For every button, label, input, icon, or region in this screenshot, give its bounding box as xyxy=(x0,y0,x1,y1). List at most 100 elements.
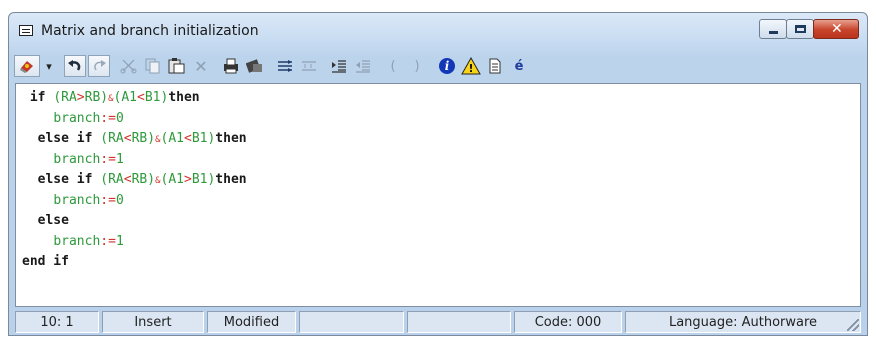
status-empty-2 xyxy=(407,311,511,333)
code-operator: < xyxy=(137,90,145,105)
code-line: if (RA>RB)&(A1<B1)then xyxy=(22,88,860,109)
toolbar: ▾ ✕ () i ! é xyxy=(14,53,862,79)
copy-button[interactable] xyxy=(142,55,164,77)
cut-button[interactable] xyxy=(118,55,140,77)
outdent-button[interactable] xyxy=(298,55,320,77)
block-indent-button[interactable] xyxy=(328,55,350,77)
code-line: else if (RA<RB)&(A1>B1)then xyxy=(22,170,860,191)
code-line: branch:=1 xyxy=(22,232,860,253)
code-token: (A1 xyxy=(160,131,184,146)
code-token: RB) xyxy=(84,90,109,105)
code-keyword: end if xyxy=(22,254,69,269)
code-line: else if (RA<RB)&(A1<B1)then xyxy=(22,129,860,150)
undo-button[interactable] xyxy=(64,55,86,77)
maximize-button[interactable] xyxy=(786,19,814,39)
code-line: end if xyxy=(22,252,860,273)
redo-button[interactable] xyxy=(88,55,110,77)
warning-button[interactable]: ! xyxy=(460,55,482,77)
eraser-button[interactable] xyxy=(14,55,40,77)
code-token: branch xyxy=(53,192,101,208)
status-modified: Modified xyxy=(207,311,296,333)
code-operator: := xyxy=(100,233,116,249)
title-bar[interactable]: Matrix and branch initialization ✕ xyxy=(9,13,867,49)
code-operator: := xyxy=(100,192,116,208)
accent-char-button[interactable]: é xyxy=(508,55,530,77)
window-title: Matrix and branch initialization xyxy=(41,23,259,39)
code-operator: := xyxy=(100,110,116,126)
find-icon xyxy=(246,59,262,73)
info-icon: i xyxy=(439,58,455,74)
status-code: Code: 000 xyxy=(514,311,622,333)
code-editor[interactable]: if (RA>RB)&(A1<B1)then branch:=0 else if… xyxy=(15,83,861,307)
code-operator: < xyxy=(123,172,132,187)
eraser-dropdown-button[interactable]: ▾ xyxy=(42,55,56,77)
close-icon: ✕ xyxy=(831,21,843,37)
block-outdent-button[interactable] xyxy=(352,55,374,77)
find-button[interactable] xyxy=(244,55,266,77)
code-operator: < xyxy=(123,131,132,146)
indent-button[interactable] xyxy=(274,55,296,77)
code-operator: > xyxy=(76,90,85,105)
code-keyword: if xyxy=(29,90,46,105)
code-token: 1 xyxy=(115,233,124,249)
paste-icon xyxy=(168,58,185,74)
code-line: branch:=1 xyxy=(22,150,860,171)
status-mode: Insert xyxy=(102,311,204,333)
caption-buttons: ✕ xyxy=(759,19,859,41)
outdent-icon xyxy=(302,61,316,71)
code-keyword: then xyxy=(168,90,200,105)
code-keyword: else if xyxy=(37,172,93,187)
status-bar: 10: 1 Insert Modified Code: 000 Language… xyxy=(15,311,861,333)
print-icon xyxy=(224,58,238,74)
open-paren-button[interactable]: ( xyxy=(382,55,404,77)
code-token: 1 xyxy=(115,151,124,167)
open-paren-icon: ( xyxy=(390,58,396,74)
window-menu-icon[interactable] xyxy=(19,25,33,36)
code-token: branch xyxy=(53,110,101,126)
delete-button[interactable]: ✕ xyxy=(190,55,212,77)
code-token: (RA xyxy=(100,131,124,146)
document-button[interactable] xyxy=(484,55,506,77)
code-keyword: else if xyxy=(37,131,93,146)
code-token: RB) xyxy=(131,172,156,187)
delete-icon: ✕ xyxy=(194,56,208,76)
code-token: (A1 xyxy=(160,172,184,187)
code-keyword: else xyxy=(37,213,69,228)
status-language-text: Language: Authorware xyxy=(668,314,818,330)
code-keyword: then xyxy=(215,131,247,146)
code-token: (RA xyxy=(53,90,77,105)
code-line: branch:=0 xyxy=(22,191,860,212)
paste-button[interactable] xyxy=(166,55,188,77)
code-keyword: then xyxy=(215,172,247,187)
print-button[interactable] xyxy=(220,55,242,77)
document-icon xyxy=(489,58,501,74)
code-token: RB) xyxy=(131,131,156,146)
resize-grip-icon[interactable] xyxy=(847,319,859,331)
code-line: else xyxy=(22,211,860,232)
code-token: branch xyxy=(53,233,101,249)
info-button[interactable]: i xyxy=(436,55,458,77)
status-language: Language: Authorware xyxy=(625,311,861,333)
status-position: 10: 1 xyxy=(15,311,99,333)
status-empty-1 xyxy=(299,311,404,333)
close-paren-button[interactable]: ) xyxy=(406,55,428,77)
indent-icon xyxy=(278,60,292,72)
svg-text:!: ! xyxy=(468,62,473,75)
code-token: B1) xyxy=(144,90,169,105)
close-button[interactable]: ✕ xyxy=(813,19,859,39)
code-text: if (RA>RB)&(A1<B1)then branch:=0 else if… xyxy=(16,84,860,273)
redo-icon xyxy=(94,60,106,71)
code-operator: := xyxy=(100,151,116,167)
code-token: (A1 xyxy=(113,90,138,105)
cut-icon xyxy=(120,59,137,74)
code-token: (RA xyxy=(100,172,124,187)
editor-window: Matrix and branch initialization ✕ ▾ ✕ (… xyxy=(8,12,868,336)
code-token: 0 xyxy=(115,110,124,126)
code-operator: < xyxy=(183,131,192,146)
undo-icon xyxy=(68,60,81,71)
minimize-button[interactable] xyxy=(759,19,787,39)
